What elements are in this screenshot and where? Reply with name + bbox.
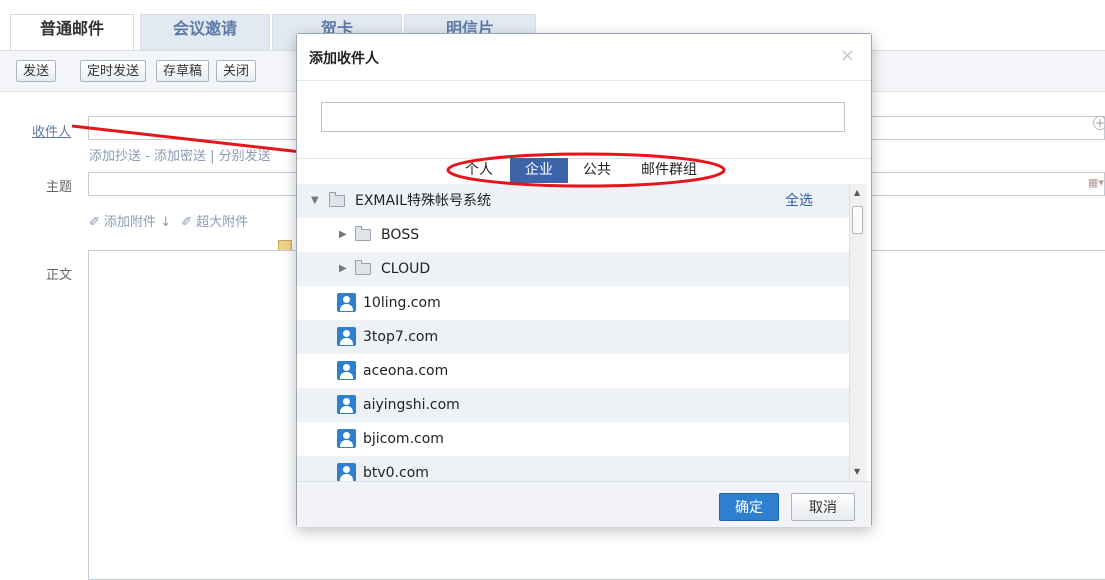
tab-enterprise[interactable]: 企业: [510, 158, 568, 183]
contact-icon: [337, 463, 356, 481]
list-scrollbar[interactable]: ▲ ▼: [849, 184, 866, 481]
folder-label: BOSS: [381, 227, 420, 243]
confirm-button[interactable]: 确定: [719, 493, 779, 521]
contact-item[interactable]: 3top7.com: [297, 320, 849, 354]
large-attachment-link[interactable]: 超大附件: [196, 215, 248, 230]
close-icon[interactable]: ×: [840, 45, 855, 66]
folder-icon: [329, 192, 345, 207]
folder-icon: [355, 260, 371, 275]
add-recipient-icon[interactable]: +: [1093, 116, 1105, 130]
contact-item[interactable]: aiyingshi.com: [297, 388, 849, 422]
contact-label: 3top7.com: [363, 329, 439, 345]
dialog-footer: 确定 取消: [297, 481, 871, 527]
body-label: 正文: [46, 268, 73, 283]
chevron-down-icon[interactable]: ↓: [160, 215, 171, 230]
contact-label: 10ling.com: [363, 295, 441, 311]
paperclip-icon: ✐: [89, 215, 100, 230]
contact-icon: [337, 429, 356, 448]
scheduled-send-button[interactable]: 定时发送: [80, 60, 147, 82]
contact-item[interactable]: bjicom.com: [297, 422, 849, 456]
format-grid-icon[interactable]: ▦▾: [1088, 176, 1104, 189]
recipient-label[interactable]: 收件人: [32, 121, 71, 140]
contact-icon: [337, 395, 356, 414]
tab-mail-groups[interactable]: 邮件群组: [627, 158, 711, 183]
scroll-up-icon[interactable]: ▲: [854, 188, 860, 197]
contact-item[interactable]: aceona.com: [297, 354, 849, 388]
close-button[interactable]: 关闭: [216, 60, 257, 82]
tree-root[interactable]: ▼ EXMAIL特殊帐号系统 全选: [297, 184, 849, 218]
tab-normal-mail[interactable]: 普通邮件: [10, 14, 134, 51]
add-recipient-dialog: 添加收件人 × 个人 企业 公共 邮件群组 ▼ EXMAIL特殊帐号系统 全选 …: [296, 33, 872, 527]
scrollbar-thumb[interactable]: [852, 206, 863, 234]
save-draft-button[interactable]: 存草稿: [156, 60, 210, 82]
folder-icon: [355, 226, 371, 241]
tree-root-label: EXMAIL特殊帐号系统: [355, 193, 492, 209]
subject-label: 主题: [46, 180, 73, 195]
folder-item[interactable]: ▶ BOSS: [297, 218, 849, 252]
contact-tree: ▼ EXMAIL特殊帐号系统 全选 ▶ BOSS ▶ CLOUD 10ling.…: [297, 184, 849, 481]
contact-item[interactable]: btv0.com: [297, 456, 849, 481]
folder-label: CLOUD: [381, 261, 431, 277]
paperclip-icon: ✐: [181, 215, 193, 230]
recipient-search-input[interactable]: [321, 102, 845, 132]
contact-label: aiyingshi.com: [363, 397, 460, 413]
contact-icon: [337, 361, 356, 380]
select-all-link[interactable]: 全选: [785, 184, 813, 218]
attachment-links: ✐ 添加附件 ↓ ✐ 超大附件: [89, 211, 248, 230]
contact-icon: [337, 327, 356, 346]
expand-right-icon[interactable]: ▶: [339, 218, 347, 252]
folder-item[interactable]: ▶ CLOUD: [297, 252, 849, 286]
cc-bcc-links[interactable]: 添加抄送 - 添加密送 | 分别发送: [89, 145, 271, 164]
tab-public[interactable]: 公共: [569, 158, 625, 183]
tab-meeting-invite[interactable]: 会议邀请: [140, 14, 270, 51]
send-button[interactable]: 发送: [16, 60, 57, 82]
contact-icon: [337, 293, 356, 312]
expand-down-icon[interactable]: ▼: [311, 184, 319, 218]
dialog-title: 添加收件人: [309, 51, 379, 67]
dialog-header: 添加收件人 ×: [297, 34, 871, 81]
expand-right-icon[interactable]: ▶: [339, 252, 347, 286]
scroll-down-icon[interactable]: ▼: [854, 467, 860, 476]
contact-item[interactable]: 10ling.com: [297, 286, 849, 320]
cancel-button[interactable]: 取消: [791, 493, 855, 521]
contact-label: btv0.com: [363, 465, 429, 481]
add-attachment-link[interactable]: 添加附件: [104, 215, 156, 230]
contact-label: aceona.com: [363, 363, 449, 379]
contact-label: bjicom.com: [363, 431, 444, 447]
tab-personal[interactable]: 个人: [449, 158, 509, 183]
